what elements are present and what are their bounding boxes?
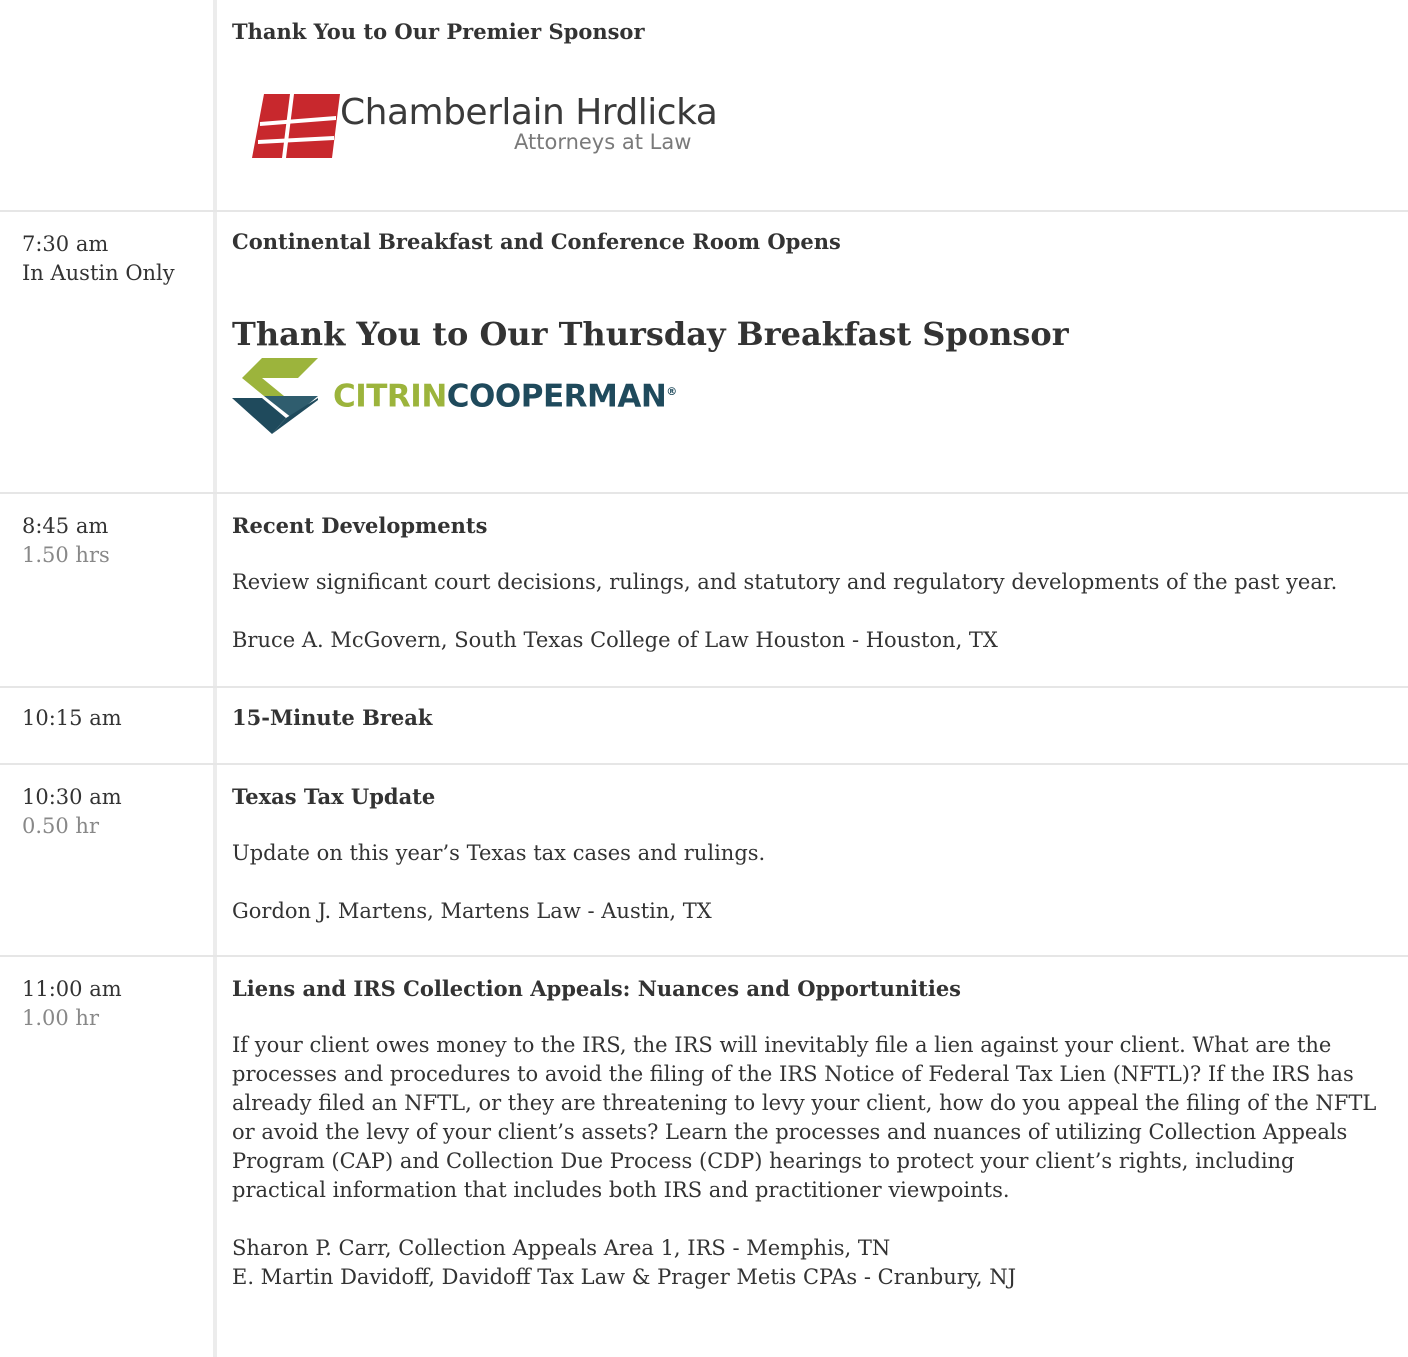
time-cell: 7:30 am In Austin Only xyxy=(0,212,213,492)
premier-sponsor-title: Thank You to Our Premier Sponsor xyxy=(232,19,645,44)
session-duration: 0.50 hr xyxy=(22,814,99,838)
citrin-mark-icon xyxy=(232,358,318,434)
session-description: If your client owes money to the IRS, th… xyxy=(232,1033,1377,1202)
citrin-cooperman-name: CITRINCOOPERMAN® xyxy=(333,374,677,414)
session-description: Review significant court decisions, ruli… xyxy=(232,570,1338,594)
session-speakers: Bruce A. McGovern, South Texas College o… xyxy=(232,626,1388,655)
content-cell: Recent Developments Review significant c… xyxy=(217,494,1408,686)
session-time: 11:00 am xyxy=(22,977,122,1001)
agenda-row-break: 10:15 am 15-Minute Break xyxy=(0,688,1408,765)
session-title: Recent Developments xyxy=(232,513,488,538)
session-time: 8:45 am xyxy=(22,514,109,538)
session-description: Update on this year’s Texas tax cases an… xyxy=(232,841,766,865)
citrin-text: CITRIN xyxy=(333,378,447,415)
speaker-line: E. Martin Davidoff, Davidoff Tax Law & P… xyxy=(232,1265,1017,1289)
session-title: Continental Breakfast and Conference Roo… xyxy=(232,229,841,254)
session-speakers: Sharon P. Carr, Collection Appeals Area … xyxy=(232,1234,1388,1292)
session-title: Liens and IRS Collection Appeals: Nuance… xyxy=(232,976,962,1001)
session-title: Texas Tax Update xyxy=(232,784,436,809)
session-speakers: Gordon J. Martens, Martens Law - Austin,… xyxy=(232,897,1388,926)
breakfast-sponsor-heading: Thank You to Our Thursday Breakfast Spon… xyxy=(232,315,1069,353)
time-cell: 8:45 am 1.50 hrs xyxy=(0,494,213,686)
agenda-row-premier-sponsor: Thank You to Our Premier Sponsor Chamber… xyxy=(0,0,1408,212)
content-cell: 15-Minute Break xyxy=(217,688,1408,763)
time-cell: 11:00 am 1.00 hr xyxy=(0,957,213,1357)
agenda-row-liens: 11:00 am 1.00 hr Liens and IRS Collectio… xyxy=(0,957,1408,1357)
session-duration: 1.50 hrs xyxy=(22,543,110,567)
agenda-row-recent-developments: 8:45 am 1.50 hrs Recent Developments Rev… xyxy=(0,494,1408,688)
session-time: 7:30 am xyxy=(22,232,109,256)
time-cell xyxy=(0,0,213,210)
registered-mark: ® xyxy=(666,385,677,398)
session-title: 15-Minute Break xyxy=(232,705,433,730)
speaker-line: Gordon J. Martens, Martens Law - Austin,… xyxy=(232,899,712,923)
session-time: 10:15 am xyxy=(22,706,122,730)
time-cell: 10:15 am xyxy=(0,688,213,763)
cooperman-text: COOPERMAN xyxy=(446,378,667,415)
chamberlain-mark-icon xyxy=(252,94,340,158)
chamberlain-tagline: Attorneys at Law xyxy=(514,130,692,154)
citrin-cooperman-logo[interactable]: CITRINCOOPERMAN® xyxy=(232,356,702,436)
time-cell: 10:30 am 0.50 hr xyxy=(0,765,213,955)
agenda-row-breakfast: 7:30 am In Austin Only Continental Break… xyxy=(0,212,1408,494)
agenda-table: Thank You to Our Premier Sponsor Chamber… xyxy=(0,0,1408,1357)
speaker-line: Bruce A. McGovern, South Texas College o… xyxy=(232,628,998,652)
content-cell: Continental Breakfast and Conference Roo… xyxy=(217,212,1408,492)
session-time: 10:30 am xyxy=(22,785,122,809)
content-cell: Texas Tax Update Update on this year’s T… xyxy=(217,765,1408,955)
chamberlain-hrdlicka-logo[interactable]: Chamberlain Hrdlicka Attorneys at Law xyxy=(250,92,718,164)
session-duration: 1.00 hr xyxy=(22,1006,99,1030)
content-cell: Thank You to Our Premier Sponsor Chamber… xyxy=(217,0,1408,210)
session-note: In Austin Only xyxy=(22,261,175,285)
content-cell: Liens and IRS Collection Appeals: Nuance… xyxy=(217,957,1408,1357)
speaker-line: Sharon P. Carr, Collection Appeals Area … xyxy=(232,1236,891,1260)
agenda-row-texas-tax-update: 10:30 am 0.50 hr Texas Tax Update Update… xyxy=(0,765,1408,957)
chamberlain-name: Chamberlain Hrdlicka xyxy=(340,92,718,133)
